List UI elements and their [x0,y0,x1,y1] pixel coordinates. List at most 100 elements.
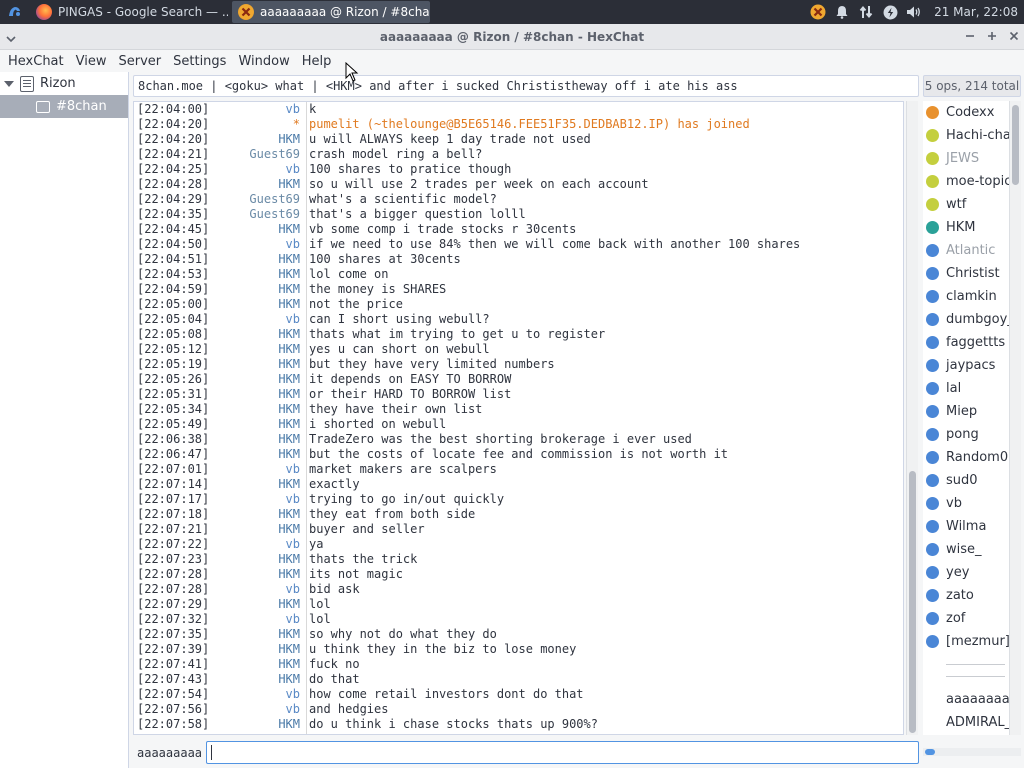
user-list-item[interactable]: [mezmur] [923,630,1009,653]
message-nick[interactable]: HKM [210,327,303,342]
user-list-item[interactable]: aaaaaaaaa [923,688,1009,711]
user-list-item[interactable]: Christist [923,262,1009,285]
message-nick[interactable]: vb [210,237,303,252]
user-list-item[interactable]: clamkin [923,285,1009,308]
message-nick[interactable]: HKM [210,597,303,612]
message-input[interactable] [206,741,919,764]
message-nick[interactable]: Guest69 [210,192,303,207]
user-list-item[interactable]: yey [923,561,1009,584]
message-nick[interactable]: vb [210,162,303,177]
user-list-item[interactable]: dumbgoy_ [923,308,1009,331]
user-list-item[interactable]: sud0 [923,469,1009,492]
userlist-hscrollbar[interactable] [923,748,1021,756]
message-nick[interactable]: vb [210,492,303,507]
user-list-item[interactable]: wtf [923,193,1009,216]
user-list-item[interactable]: JEWS [923,147,1009,170]
message-nick[interactable]: HKM [210,567,303,582]
menu-hexchat[interactable]: HexChat [2,54,70,69]
message-nick[interactable]: vb [210,312,303,327]
user-list-item[interactable]: ADMIRAL_H [923,711,1009,734]
chat-scrollbar[interactable] [906,101,918,735]
expander-icon[interactable] [4,80,14,87]
message-nick[interactable]: HKM [210,357,303,372]
message-nick[interactable]: HKM [210,342,303,357]
taskbar-task-firefox[interactable]: PINGAS - Google Search — ... [30,1,228,23]
message-nick[interactable]: HKM [210,552,303,567]
message-nick[interactable]: vb [210,102,303,117]
message-nick[interactable]: HKM [210,522,303,537]
message-nick[interactable]: * [210,117,303,132]
message-nick[interactable]: HKM [210,402,303,417]
chat-area[interactable]: [22:04:00] vb k [22:04:20] * pumelit (~thelou… [133,101,904,735]
power-icon[interactable] [882,4,898,20]
notification-icon[interactable] [834,4,850,20]
message-nick[interactable]: HKM [210,507,303,522]
user-list-item[interactable]: Miep [923,400,1009,423]
tree-item-server[interactable]: Rizon [0,72,128,95]
message-nick[interactable]: HKM [210,222,303,237]
user-list-item[interactable]: Random024 [923,446,1009,469]
message-nick[interactable]: HKM [210,252,303,267]
message-nick[interactable]: HKM [210,282,303,297]
menu-settings[interactable]: Settings [167,54,232,69]
minimize-icon[interactable] [963,29,977,43]
start-menu-icon[interactable] [0,0,30,24]
message-nick[interactable]: HKM [210,672,303,687]
user-list-item[interactable]: faggettts [923,331,1009,354]
message-nick[interactable]: HKM [210,657,303,672]
userlist-scrollbar-thumb[interactable] [1012,105,1019,185]
message-nick[interactable]: vb [210,687,303,702]
topic-field[interactable]: 8chan.moe | <goku> what | <HKM> and afte… [133,75,919,97]
user-list-item[interactable]: zof [923,607,1009,630]
message-nick[interactable]: HKM [210,447,303,462]
user-list-item[interactable]: vb [923,492,1009,515]
tree-item-channel[interactable]: #8chan [0,95,128,118]
message-nick[interactable]: Guest69 [210,207,303,222]
userlist-hscrollbar-thumb[interactable] [925,749,935,755]
menu-server[interactable]: Server [112,54,167,69]
message-nick[interactable]: vb [210,582,303,597]
chat-scrollbar-thumb[interactable] [909,471,916,733]
user-list-item[interactable]: moe-topic [923,170,1009,193]
message-nick[interactable]: HKM [210,717,303,732]
message-nick[interactable]: HKM [210,417,303,432]
clock[interactable]: 21 Mar, 22:08 [934,5,1018,19]
userlist-scrollbar[interactable] [1009,101,1021,735]
message-nick[interactable]: vb [210,537,303,552]
user-list-item[interactable]: Hachi-cha [923,124,1009,147]
maximize-icon[interactable] [985,29,999,43]
nick-column-divider[interactable] [306,102,307,734]
message-nick[interactable]: HKM [210,387,303,402]
user-list-item[interactable]: jaypacs [923,354,1009,377]
user-list-item[interactable]: Wilma [923,515,1009,538]
message-nick[interactable]: HKM [210,627,303,642]
message-nick[interactable]: HKM [210,297,303,312]
user-list-item[interactable]: zato [923,584,1009,607]
message-nick[interactable]: HKM [210,177,303,192]
message-nick[interactable]: vb [210,462,303,477]
message-nick[interactable]: HKM [210,372,303,387]
user-list-item[interactable]: Codexx [923,101,1009,124]
message-nick[interactable]: HKM [210,267,303,282]
message-nick[interactable]: HKM [210,477,303,492]
message-nick[interactable]: HKM [210,432,303,447]
user-list-item[interactable]: Atlantic [923,239,1009,262]
message-nick[interactable]: vb [210,702,303,717]
taskbar-task-hexchat[interactable]: aaaaaaaaa @ Rizon / #8cha... [232,1,430,23]
volume-icon[interactable] [906,4,922,20]
user-list-item[interactable]: HKM [923,216,1009,239]
nick-button[interactable]: aaaaaaaaa [137,744,202,762]
menu-help[interactable]: Help [296,54,338,69]
menu-window[interactable]: Window [232,54,295,69]
message-nick[interactable]: vb [210,612,303,627]
close-icon[interactable] [1007,29,1021,43]
message-nick[interactable]: HKM [210,132,303,147]
hexchat-tray-icon[interactable] [810,4,826,20]
user-list-item[interactable]: wise_ [923,538,1009,561]
transfer-icon[interactable] [858,4,874,20]
menu-view[interactable]: View [70,54,113,69]
user-list-item[interactable]: pong [923,423,1009,446]
message-nick[interactable]: HKM [210,642,303,657]
message-nick[interactable]: Guest69 [210,147,303,162]
user-list-item[interactable]: lal [923,377,1009,400]
